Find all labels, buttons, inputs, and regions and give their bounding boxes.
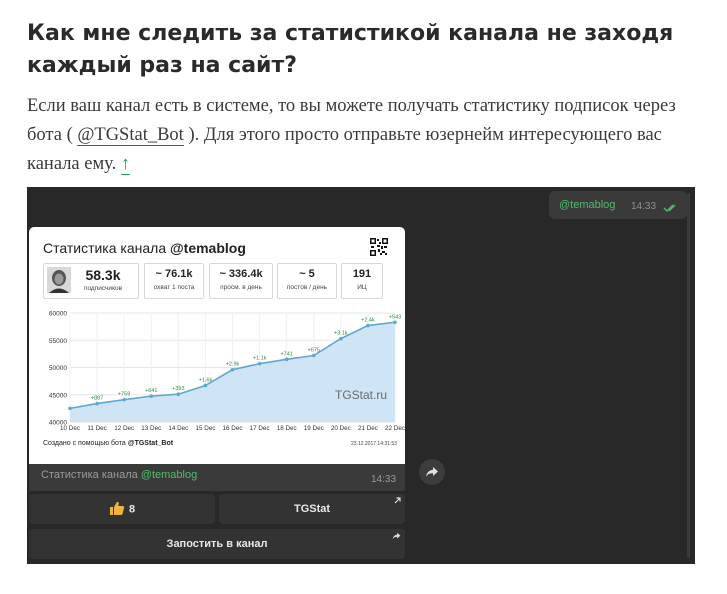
outgoing-message-time: 14:33 [631,201,657,212]
x-tick-label: 17 Dec [250,425,270,432]
x-tick-label: 18 Dec [277,425,297,432]
data-point [122,397,126,402]
stat-subscribers: 58.3k подписчиков [43,263,139,299]
data-label: +2.9k [226,362,240,368]
x-tick-label: 16 Dec [223,425,243,432]
external-link-icon [394,497,401,504]
post-button-label: Запостить в канал [166,538,268,550]
stats-image-card[interactable]: Статистика канала @temablog 58.3k подпис… [29,227,405,491]
y-tick-label: 50000 [49,365,67,372]
chart-watermark: TGStat.ru [335,388,387,402]
stat-value: ~ 76.1k [155,268,193,280]
data-point [393,320,397,325]
x-tick-label: 13 Dec [141,425,161,432]
share-icon [426,467,438,477]
stat-value: 191 [352,268,372,280]
data-point [230,367,235,372]
double-check-icon [663,200,679,218]
card-title: Статистика канала @temablog [43,240,246,256]
caption-prefix: Статистика канала [41,469,141,481]
data-point [311,353,316,358]
faq-question-title: Как мне следить за статистикой канала не… [27,21,674,78]
channel-avatar [47,267,71,293]
y-tick-label: 45000 [49,392,67,399]
tgstat-link-button[interactable]: TGStat [219,494,405,524]
footer-credit-prefix: Создано с помощью бота [43,440,128,447]
card-footer-date: 23.12.2017 14:31:53 [351,441,397,447]
caption-text: Статистика канала @temablog [41,469,197,481]
stat-label: постов / день [286,284,328,291]
stat-label: просм. в день [220,284,262,291]
data-label: +1.6k [199,377,213,383]
x-tick-label: 12 Dec [114,425,134,432]
message-caption: Статистика канала @temablog 14:33 [29,464,405,491]
outgoing-message-text[interactable]: @temablog [559,199,615,211]
x-tick-label: 14 Dec [168,425,188,432]
data-label: +887 [91,396,103,402]
stat-views: ~ 336.4k просм. в день [209,263,273,299]
stat-label: ИЦ [357,284,367,291]
stat-label: охват 1 поста [153,284,195,291]
faq-answer-text: Если ваш канал есть в системе, то вы мож… [27,92,707,179]
data-point [284,357,289,362]
x-tick-label: 20 Dec [331,425,351,432]
footer-credit-bot: @TGStat_Bot [127,440,174,447]
stat-value: ~ 336.4k [219,268,263,280]
stat-reach: ~ 76.1k охват 1 поста [144,263,204,299]
data-point [257,361,262,366]
y-tick-label: 55000 [49,338,67,345]
card-footer-credit: Создано с помощью бота @TGStat_Bot [43,440,173,447]
data-point [95,401,99,406]
share-button[interactable] [419,459,445,485]
data-point [176,392,181,397]
x-tick-label: 21 Dec [358,425,378,432]
like-count: 8 [128,503,136,516]
thumbs-up-icon [109,501,125,515]
outgoing-message[interactable]: @temablog 14:33 [549,191,687,219]
telegram-chat-screenshot: @temablog 14:33 Статистика канала @temab… [27,187,695,564]
qr-code-icon [370,238,388,256]
data-point [68,406,72,411]
data-point [149,394,154,398]
caption-time: 14:33 [371,474,397,485]
data-label: +759 [118,392,130,398]
x-tick-label: 22 Dec [385,425,405,432]
x-tick-label: 11 Dec [87,425,106,432]
stat-citation-index: 191 ИЦ [341,263,383,299]
data-point [366,323,370,328]
share-icon [392,532,401,540]
x-tick-label: 15 Dec [195,425,215,432]
card-title-prefix: Статистика канала [43,240,170,256]
data-label: +641 [145,388,157,394]
stat-posts: ~ 5 постов / день [277,263,337,299]
tgstat-button-label: TGStat [293,503,331,515]
stat-label: подписчиков [83,285,123,292]
x-tick-label: 19 Dec [304,425,324,432]
data-point [203,383,208,388]
data-point [339,336,343,341]
subscribers-chart: 4000045000500005500060000TGStat.ru10 Dec… [49,311,405,433]
data-label: +2.4k [361,318,375,324]
stat-value: ~ 5 [299,268,315,280]
back-to-top-link[interactable]: ↑ [120,154,131,175]
caption-channel-mention[interactable]: @temablog [141,469,197,481]
chat-scrollbar[interactable] [687,193,690,558]
data-label: +741 [280,351,292,357]
data-label: +3.1k [334,331,348,337]
data-label: +1.1k [253,356,267,362]
post-to-channel-button[interactable]: Запостить в канал [29,529,405,559]
y-tick-label: 60000 [49,311,67,318]
card-title-channel: @temablog [170,240,246,256]
data-label: +393 [172,386,184,392]
page: Как мне следить за статистикой канала не… [0,0,727,594]
stat-value: 58.3k [85,267,121,283]
bot-link[interactable]: @TGStat_Bot [77,125,184,146]
data-label: +675 [308,348,320,354]
data-label: +543 [389,314,401,320]
x-tick-label: 10 Dec [60,425,80,432]
like-button[interactable]: 8 [29,494,215,524]
